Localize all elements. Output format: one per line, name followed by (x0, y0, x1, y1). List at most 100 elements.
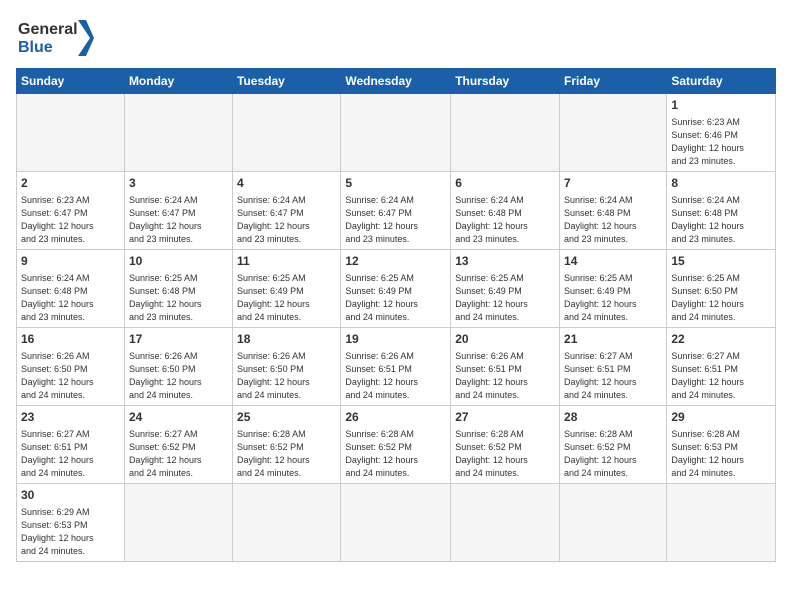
day-info: Sunrise: 6:25 AM Sunset: 6:49 PM Dayligh… (455, 272, 555, 324)
calendar-cell: 6Sunrise: 6:24 AM Sunset: 6:48 PM Daylig… (451, 171, 560, 249)
day-number: 12 (345, 253, 446, 270)
calendar-cell: 12 Sunrise: 6:25 AM Sunset: 6:49 PM Dayli… (341, 249, 451, 327)
calendar-cell: 3 Sunrise: 6:24 AM Sunset: 6:47 PM Daylig… (124, 171, 232, 249)
day-info: Sunrise: 6:26 AM Sunset: 6:50 PM Dayligh… (21, 350, 120, 402)
calendar-cell: 14 Sunrise: 6:25 AM Sunset: 6:49 PM Dayli… (560, 249, 667, 327)
calendar-cell: 5 Sunrise: 6:24 AM Sunset: 6:47 PM Daylig… (341, 171, 451, 249)
svg-text:General: General (18, 21, 78, 38)
calendar-cell: 30 Sunrise: 6:29 AM Sunset: 6:53 PM Dayli… (17, 483, 125, 561)
logo-icon: GeneralBlue (16, 16, 96, 60)
calendar-cell (560, 94, 667, 172)
day-info: Sunrise: 6:25 AM Sunset: 6:49 PM Dayligh… (345, 272, 446, 324)
calendar-cell (560, 483, 667, 561)
day-header-friday: Friday (560, 69, 667, 94)
day-header-sunday: Sunday (17, 69, 125, 94)
day-info: Sunrise: 6:28 AM Sunset: 6:52 PM Dayligh… (345, 428, 446, 480)
calendar-cell: 4 Sunrise: 6:24 AM Sunset: 6:47 PM Daylig… (233, 171, 341, 249)
calendar-cell: 21 Sunrise: 6:27 AM Sunset: 6:51 PM Dayli… (560, 327, 667, 405)
day-info: Sunrise: 6:24 AM Sunset: 6:48 PM Dayligh… (564, 194, 662, 246)
day-info: Sunrise: 6:27 AM Sunset: 6:51 PM Dayligh… (21, 428, 120, 480)
day-info: Sunrise: 6:24 AM Sunset: 6:48 PM Dayligh… (21, 272, 120, 324)
calendar-cell: 22 Sunrise: 6:27 AM Sunset: 6:51 PM Dayli… (667, 327, 776, 405)
calendar-cell: 2Sunrise: 6:23 AM Sunset: 6:47 PM Daylig… (17, 171, 125, 249)
day-info: Sunrise: 6:25 AM Sunset: 6:48 PM Dayligh… (129, 272, 228, 324)
day-header-monday: Monday (124, 69, 232, 94)
calendar-cell: 24Sunrise: 6:27 AM Sunset: 6:52 PM Dayli… (124, 405, 232, 483)
logo: GeneralBlue (16, 16, 96, 60)
day-info: Sunrise: 6:24 AM Sunset: 6:47 PM Dayligh… (345, 194, 446, 246)
calendar-cell: 27 Sunrise: 6:28 AM Sunset: 6:52 PM Dayli… (451, 405, 560, 483)
day-info: Sunrise: 6:26 AM Sunset: 6:50 PM Dayligh… (237, 350, 336, 402)
calendar-cell (451, 94, 560, 172)
day-number: 29 (671, 409, 771, 426)
day-info: Sunrise: 6:24 AM Sunset: 6:47 PM Dayligh… (237, 194, 336, 246)
day-number: 4 (237, 175, 336, 192)
day-number: 5 (345, 175, 446, 192)
calendar-cell: 16 Sunrise: 6:26 AM Sunset: 6:50 PM Dayli… (17, 327, 125, 405)
day-info: Sunrise: 6:23 AM Sunset: 6:46 PM Dayligh… (671, 116, 771, 168)
day-number: 14 (564, 253, 662, 270)
day-info: Sunrise: 6:26 AM Sunset: 6:51 PM Dayligh… (345, 350, 446, 402)
calendar-cell: 28 Sunrise: 6:28 AM Sunset: 6:52 PM Dayli… (560, 405, 667, 483)
calendar-cell: 23 Sunrise: 6:27 AM Sunset: 6:51 PM Dayli… (17, 405, 125, 483)
day-header-wednesday: Wednesday (341, 69, 451, 94)
calendar-cell: 1 Sunrise: 6:23 AM Sunset: 6:46 PM Daylig… (667, 94, 776, 172)
calendar-cell (233, 94, 341, 172)
day-number: 28 (564, 409, 662, 426)
calendar-cell (451, 483, 560, 561)
day-number: 8 (671, 175, 771, 192)
day-info: Sunrise: 6:28 AM Sunset: 6:53 PM Dayligh… (671, 428, 771, 480)
day-number: 27 (455, 409, 555, 426)
page-header: GeneralBlue (16, 16, 776, 60)
calendar-cell: 13 Sunrise: 6:25 AM Sunset: 6:49 PM Dayli… (451, 249, 560, 327)
day-info: Sunrise: 6:25 AM Sunset: 6:50 PM Dayligh… (671, 272, 771, 324)
day-info: Sunrise: 6:28 AM Sunset: 6:52 PM Dayligh… (564, 428, 662, 480)
day-header-saturday: Saturday (667, 69, 776, 94)
calendar-cell: 25Sunrise: 6:28 AM Sunset: 6:52 PM Dayli… (233, 405, 341, 483)
calendar-table: SundayMondayTuesdayWednesdayThursdayFrid… (16, 68, 776, 562)
day-number: 11 (237, 253, 336, 270)
day-number: 22 (671, 331, 771, 348)
calendar-cell (124, 483, 232, 561)
calendar-cell: 9 Sunrise: 6:24 AM Sunset: 6:48 PM Daylig… (17, 249, 125, 327)
calendar-cell: 11Sunrise: 6:25 AM Sunset: 6:49 PM Dayli… (233, 249, 341, 327)
calendar-cell: 17Sunrise: 6:26 AM Sunset: 6:50 PM Dayli… (124, 327, 232, 405)
day-info: Sunrise: 6:27 AM Sunset: 6:51 PM Dayligh… (671, 350, 771, 402)
day-info: Sunrise: 6:27 AM Sunset: 6:51 PM Dayligh… (564, 350, 662, 402)
calendar-cell: 18 Sunrise: 6:26 AM Sunset: 6:50 PM Dayli… (233, 327, 341, 405)
calendar-cell: 15Sunrise: 6:25 AM Sunset: 6:50 PM Dayli… (667, 249, 776, 327)
day-number: 20 (455, 331, 555, 348)
day-info: Sunrise: 6:28 AM Sunset: 6:52 PM Dayligh… (455, 428, 555, 480)
calendar-cell: 19 Sunrise: 6:26 AM Sunset: 6:51 PM Dayli… (341, 327, 451, 405)
day-info: Sunrise: 6:29 AM Sunset: 6:53 PM Dayligh… (21, 506, 120, 558)
day-info: Sunrise: 6:23 AM Sunset: 6:47 PM Dayligh… (21, 194, 120, 246)
calendar-cell (341, 483, 451, 561)
svg-text:Blue: Blue (18, 39, 53, 56)
day-info: Sunrise: 6:25 AM Sunset: 6:49 PM Dayligh… (564, 272, 662, 324)
day-number: 25 (237, 409, 336, 426)
day-number: 26 (345, 409, 446, 426)
calendar-cell (17, 94, 125, 172)
day-info: Sunrise: 6:24 AM Sunset: 6:48 PM Dayligh… (455, 194, 555, 246)
day-header-tuesday: Tuesday (233, 69, 341, 94)
day-info: Sunrise: 6:26 AM Sunset: 6:50 PM Dayligh… (129, 350, 228, 402)
day-info: Sunrise: 6:26 AM Sunset: 6:51 PM Dayligh… (455, 350, 555, 402)
day-number: 16 (21, 331, 120, 348)
day-info: Sunrise: 6:24 AM Sunset: 6:47 PM Dayligh… (129, 194, 228, 246)
calendar-cell: 29 Sunrise: 6:28 AM Sunset: 6:53 PM Dayli… (667, 405, 776, 483)
day-number: 23 (21, 409, 120, 426)
day-number: 21 (564, 331, 662, 348)
calendar-cell: 20 Sunrise: 6:26 AM Sunset: 6:51 PM Dayli… (451, 327, 560, 405)
day-number: 19 (345, 331, 446, 348)
day-number: 30 (21, 487, 120, 504)
calendar-cell (341, 94, 451, 172)
calendar-cell: 8Sunrise: 6:24 AM Sunset: 6:48 PM Daylig… (667, 171, 776, 249)
day-number: 13 (455, 253, 555, 270)
day-number: 24 (129, 409, 228, 426)
day-number: 1 (671, 97, 771, 114)
calendar-cell: 26 Sunrise: 6:28 AM Sunset: 6:52 PM Dayli… (341, 405, 451, 483)
day-number: 18 (237, 331, 336, 348)
day-number: 3 (129, 175, 228, 192)
day-number: 9 (21, 253, 120, 270)
calendar-cell (233, 483, 341, 561)
